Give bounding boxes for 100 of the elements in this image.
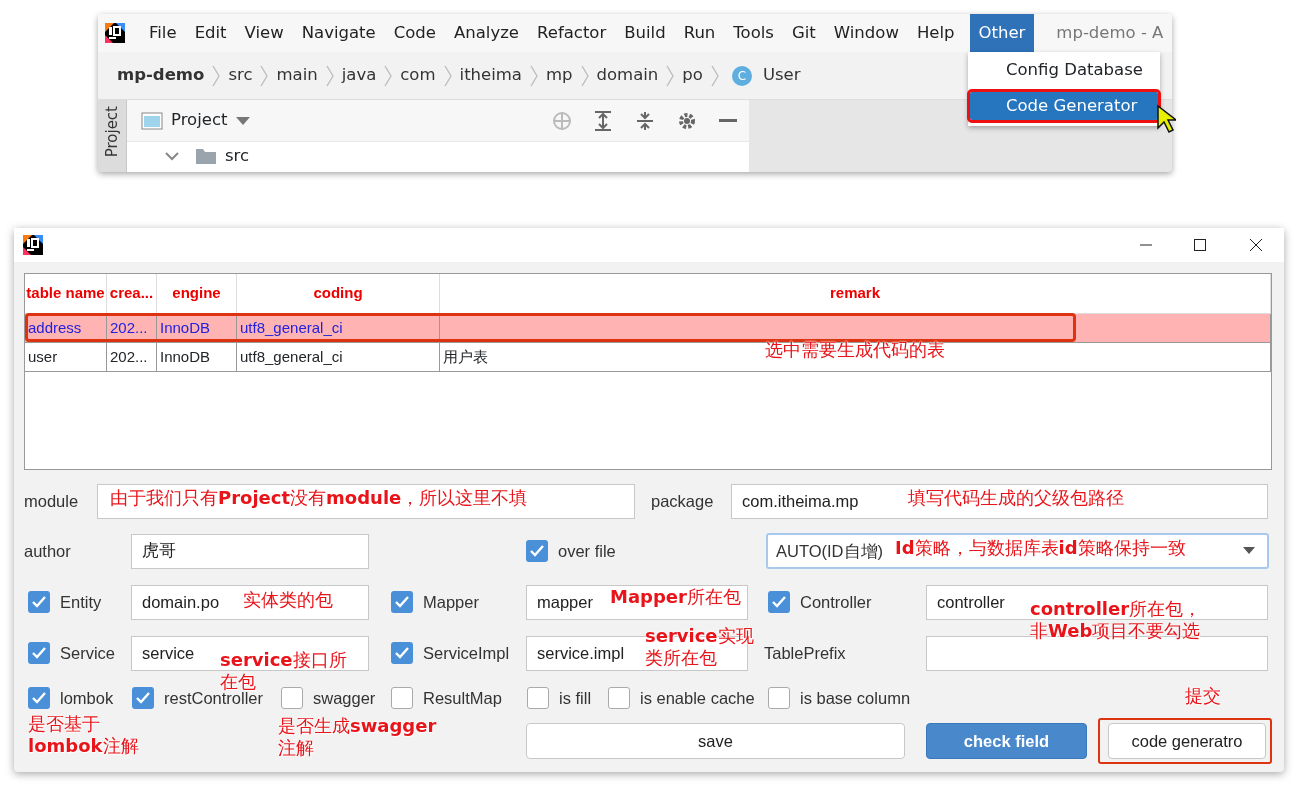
- close-icon[interactable]: [1250, 239, 1262, 251]
- annotation-text: controller所在包，: [1030, 598, 1202, 619]
- checkbox[interactable]: [281, 687, 303, 709]
- checkbox[interactable]: [391, 687, 413, 709]
- chevron-icon: [529, 64, 539, 87]
- menu-item[interactable]: Git: [782, 14, 825, 52]
- annotation-text: 提交: [1185, 686, 1221, 706]
- menu-item[interactable]: Analyze: [445, 14, 529, 52]
- annotation-text: 在包: [220, 671, 256, 692]
- action-button[interactable]: save: [526, 723, 905, 759]
- action-button[interactable]: code generatro: [1108, 723, 1266, 759]
- breadcrumb-item[interactable]: main: [273, 63, 321, 88]
- window-icon: [141, 111, 163, 130]
- chevron-icon: [665, 64, 676, 87]
- expand-icon[interactable]: [593, 109, 613, 132]
- checkbox-label[interactable]: ServiceImpl: [423, 640, 510, 666]
- menu-item[interactable]: File: [140, 14, 186, 52]
- table-cell-text: address: [28, 317, 82, 338]
- annotation-text: lombok注解: [28, 735, 139, 756]
- menu-item[interactable]: Run: [674, 14, 725, 52]
- action-button[interactable]: check field: [926, 723, 1087, 759]
- breadcrumb-item[interactable]: domain: [593, 63, 662, 88]
- tree-item[interactable]: src: [225, 143, 250, 169]
- breadcrumb-item[interactable]: java: [338, 63, 380, 88]
- column-header[interactable]: engine: [157, 274, 237, 313]
- side-tab[interactable]: Project: [98, 100, 127, 172]
- settings-icon[interactable]: [677, 110, 697, 131]
- chevron-icon[interactable]: [165, 149, 179, 163]
- breadcrumb-item[interactable]: mp-demo: [114, 63, 208, 88]
- breadcrumb-item[interactable]: itheima: [456, 63, 525, 88]
- table-cell-text: InnoDB: [160, 317, 211, 338]
- column-header[interactable]: crea...: [107, 274, 157, 313]
- menu-item[interactable]: Tools: [724, 14, 783, 52]
- annotation-text: 填写代码生成的父级包路径: [908, 487, 1124, 508]
- caret-icon[interactable]: [235, 115, 252, 126]
- menu-item[interactable]: Navigate: [292, 14, 385, 52]
- chevron-icon: [709, 64, 720, 87]
- class-icon: C: [731, 65, 752, 86]
- checkbox[interactable]: [391, 591, 413, 613]
- collapse-icon[interactable]: [635, 109, 655, 132]
- checkbox[interactable]: [132, 687, 154, 709]
- caret-icon: [1243, 547, 1255, 555]
- annotation-text: 注解: [278, 737, 314, 758]
- checkbox[interactable]: [28, 591, 50, 613]
- table-cell-text: 202...: [110, 317, 148, 338]
- menu-item[interactable]: Other: [969, 14, 1035, 52]
- annotation-text: 实体类的包: [243, 589, 333, 610]
- field-label: author: [24, 540, 71, 562]
- menu-item[interactable]: Code: [384, 14, 445, 52]
- checkbox-label[interactable]: is fill: [559, 685, 592, 711]
- checkbox-label[interactable]: Entity: [60, 589, 102, 615]
- checkbox[interactable]: [28, 642, 50, 664]
- menu-item[interactable]: Help: [907, 14, 964, 52]
- checkbox-label[interactable]: swagger: [313, 685, 376, 711]
- menu-item[interactable]: Config Database: [970, 56, 1158, 84]
- column-header[interactable]: table name: [25, 274, 107, 313]
- checkbox[interactable]: [608, 687, 630, 709]
- checkbox[interactable]: [768, 591, 790, 613]
- checkbox[interactable]: [391, 642, 413, 664]
- menu-item[interactable]: Refactor: [528, 14, 616, 52]
- checkbox-label[interactable]: Service: [60, 640, 116, 666]
- breadcrumb-item[interactable]: com: [397, 63, 439, 88]
- text-field[interactable]: 虎哥: [131, 533, 369, 569]
- check-icon: [136, 692, 150, 704]
- checkbox-label[interactable]: Controller: [800, 589, 872, 615]
- chevron-icon: [324, 64, 335, 87]
- table-cell-text: InnoDB: [160, 346, 211, 367]
- checkbox-label[interactable]: is enable cache: [640, 685, 755, 711]
- column-header[interactable]: remark: [440, 274, 1271, 313]
- column-header[interactable]: coding: [237, 274, 440, 313]
- maximize-icon[interactable]: [1194, 239, 1206, 251]
- checkbox[interactable]: [526, 540, 548, 562]
- minimize-icon[interactable]: [719, 118, 737, 123]
- text-field[interactable]: [97, 483, 635, 519]
- menu-item[interactable]: Build: [615, 14, 675, 52]
- annotation-text: 是否基于: [28, 713, 100, 734]
- breadcrumb-item[interactable]: po: [679, 63, 706, 88]
- checkbox[interactable]: [28, 687, 50, 709]
- breadcrumb-item[interactable]: User: [759, 63, 804, 88]
- field-label: module: [24, 490, 79, 512]
- crosshair-icon[interactable]: [551, 109, 573, 132]
- checkbox-label[interactable]: lombok: [60, 685, 114, 711]
- panel-title[interactable]: Project: [171, 108, 228, 133]
- checkbox-label[interactable]: Mapper: [423, 589, 479, 615]
- table-cell-text: 用户表: [443, 346, 488, 367]
- breadcrumb-item[interactable]: src: [225, 63, 256, 88]
- menu-item[interactable]: View: [235, 14, 293, 52]
- menu-item[interactable]: Edit: [185, 14, 236, 52]
- chevron-icon: [579, 64, 590, 87]
- window-title: mp-demo - A: [1056, 21, 1164, 44]
- checkbox[interactable]: [768, 687, 790, 709]
- checkbox[interactable]: [527, 687, 549, 709]
- field-label: package: [651, 490, 714, 512]
- checkbox-label[interactable]: ResultMap: [423, 685, 502, 711]
- check-icon: [32, 647, 46, 659]
- check-icon: [32, 596, 46, 608]
- menu-item[interactable]: Window: [824, 14, 908, 52]
- breadcrumb-item[interactable]: mp: [543, 63, 576, 88]
- checkbox-label[interactable]: is base column: [800, 685, 911, 711]
- checkbox-label[interactable]: over file: [558, 538, 616, 564]
